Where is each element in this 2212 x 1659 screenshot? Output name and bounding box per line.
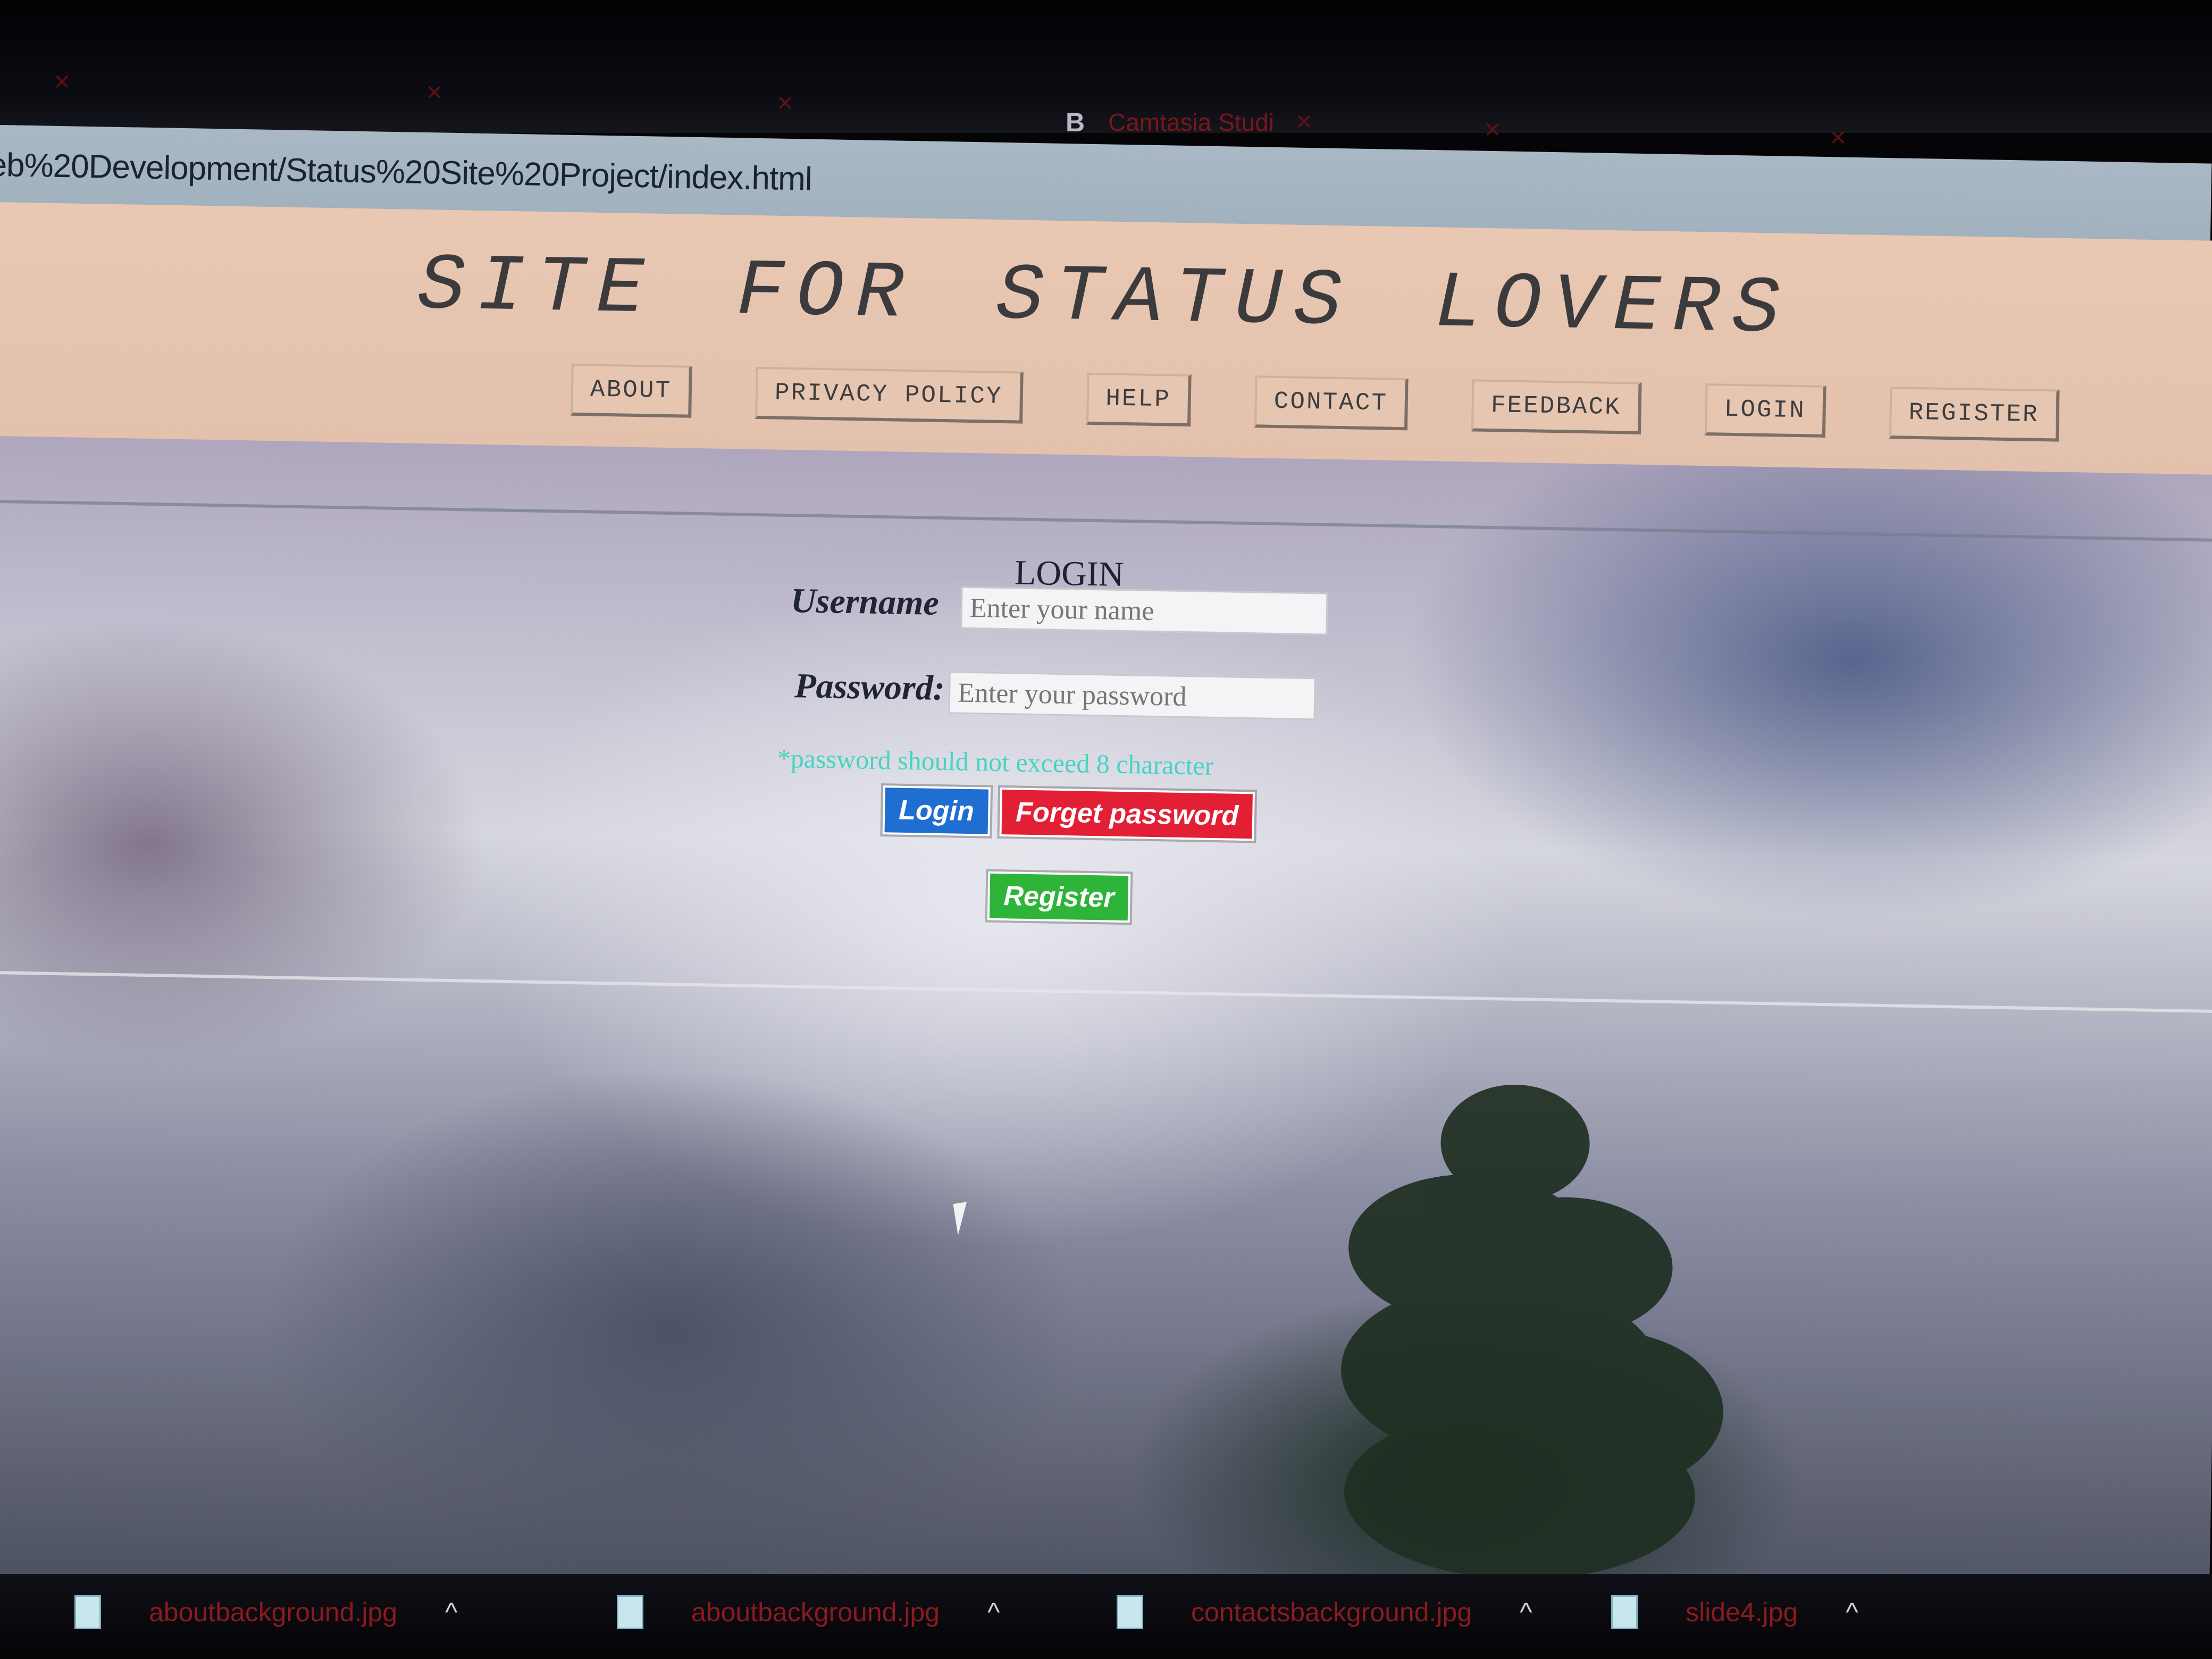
site-header: SITE FOR STATUS LOVERS ABOUT PRIVACY POL… <box>0 202 2212 475</box>
nav-feedback[interactable]: FEEDBACK <box>1471 379 1642 434</box>
page-viewport: SITE FOR STATUS LOVERS ABOUT PRIVACY POL… <box>0 202 2212 1623</box>
download-filename: aboutbackground.jpg <box>691 1597 940 1627</box>
nav-privacy-policy[interactable]: PRIVACY POLICY <box>755 366 1024 424</box>
download-filename: contactsbackground.jpg <box>1191 1597 1472 1627</box>
browser-tab[interactable]: ✕ <box>32 58 71 106</box>
background-tree-image <box>1341 1084 1723 1612</box>
url-text[interactable]: eb%20Development/Status%20Site%20Project… <box>0 146 812 198</box>
download-item[interactable]: aboutbackground.jpg ^ <box>617 1595 1000 1629</box>
mouse-cursor-icon <box>953 1202 972 1236</box>
chevron-up-icon[interactable]: ^ <box>987 1597 1000 1628</box>
download-filename: slide4.jpg <box>1686 1597 1798 1627</box>
tab-label: Camtasia Studi <box>1108 108 1274 136</box>
file-icon <box>1117 1595 1143 1629</box>
password-input[interactable] <box>948 671 1316 720</box>
browser-tab[interactable]: ✕ <box>755 80 794 128</box>
login-form: LOGIN Username Password: *password shoul… <box>0 499 2212 1013</box>
chevron-up-icon[interactable]: ^ <box>1520 1597 1532 1628</box>
close-icon[interactable]: ✕ <box>1484 118 1502 143</box>
password-hint: *password should not exceed 8 character <box>777 743 1214 781</box>
download-item[interactable]: contactsbackground.jpg ^ <box>1117 1595 1532 1629</box>
file-icon <box>74 1595 101 1629</box>
password-label: Password: <box>794 666 945 708</box>
download-filename: aboutbackground.jpg <box>149 1597 398 1627</box>
close-icon[interactable]: ✕ <box>776 91 794 116</box>
forget-password-button[interactable]: Forget password <box>999 787 1255 841</box>
close-icon[interactable]: ✕ <box>1829 126 1847 150</box>
main-nav: ABOUT PRIVACY POLICY HELP CONTACT FEEDBA… <box>571 363 2060 442</box>
browser-tab[interactable]: ✕ <box>1462 106 1502 154</box>
login-button[interactable]: Login <box>882 785 991 836</box>
nav-help[interactable]: HELP <box>1086 372 1192 427</box>
chevron-up-icon[interactable]: ^ <box>445 1597 457 1628</box>
close-icon[interactable]: ✕ <box>53 70 71 95</box>
nav-register[interactable]: REGISTER <box>1889 387 2060 442</box>
nav-contact[interactable]: CONTACT <box>1254 375 1409 431</box>
register-button[interactable]: Register <box>987 871 1131 923</box>
close-icon[interactable]: ✕ <box>1295 110 1313 135</box>
chevron-up-icon[interactable]: ^ <box>1846 1597 1858 1628</box>
username-input[interactable] <box>960 586 1328 635</box>
file-icon <box>1611 1595 1638 1629</box>
download-item[interactable]: slide4.jpg ^ <box>1611 1595 1858 1629</box>
browser-tab[interactable]: ✕ <box>1808 114 1847 162</box>
close-icon[interactable]: ✕ <box>425 81 443 105</box>
download-item[interactable]: aboutbackground.jpg ^ <box>74 1595 458 1629</box>
browser-tab[interactable]: ✕ <box>404 69 443 117</box>
nav-login[interactable]: LOGIN <box>1704 383 1826 438</box>
site-title: SITE FOR STATUS LOVERS <box>416 241 1792 356</box>
username-label: Username <box>790 581 940 623</box>
file-icon <box>617 1595 643 1629</box>
tab-favicon-icon: B <box>1065 107 1085 137</box>
browser-tab-strip: ✕ ✕ ✕ B Camtasia Studi ✕ ✕ ✕ <box>0 0 2212 150</box>
nav-about[interactable]: ABOUT <box>571 363 692 418</box>
downloads-bar: aboutbackground.jpg ^ aboutbackground.jp… <box>0 1574 2212 1659</box>
browser-tab-active[interactable]: B Camtasia Studi ✕ <box>1063 98 1313 146</box>
